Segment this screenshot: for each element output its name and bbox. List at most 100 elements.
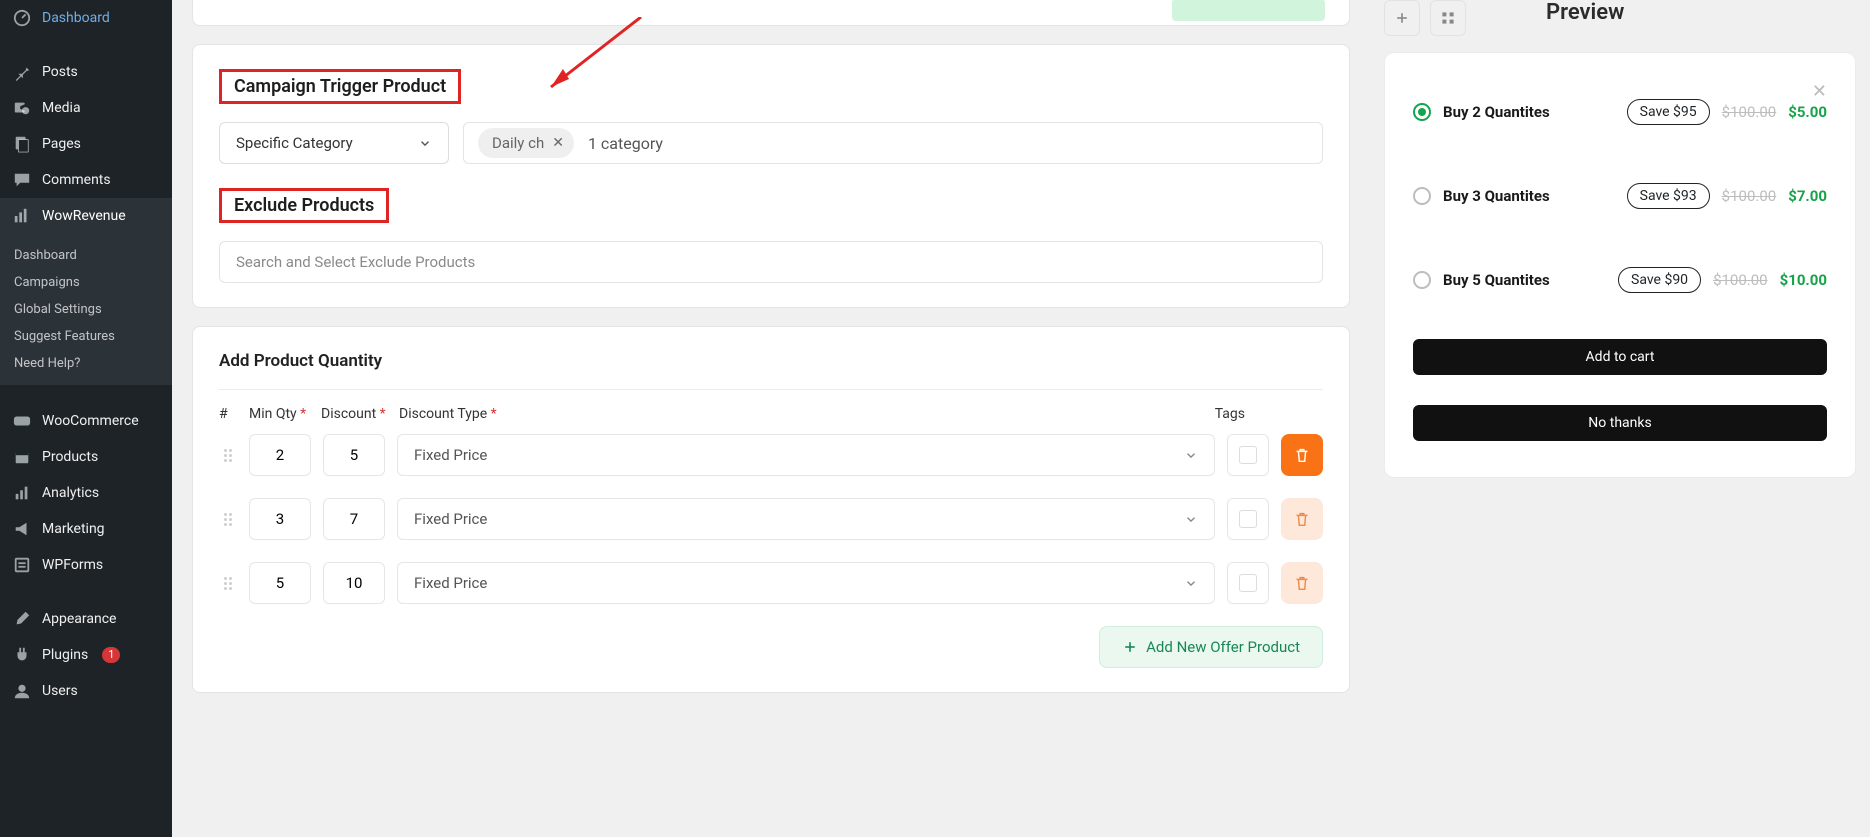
pages-icon: [12, 134, 32, 154]
exclude-products-title: Exclude Products: [219, 188, 389, 223]
woo-icon: [12, 411, 32, 431]
old-price: $100.00: [1722, 187, 1777, 205]
chevron-down-icon: [418, 136, 432, 150]
trigger-type-select[interactable]: Specific Category: [219, 122, 449, 164]
trash-icon: [1293, 574, 1311, 592]
discount-type-select[interactable]: Fixed Price: [397, 562, 1215, 604]
tag-checkbox[interactable]: [1239, 510, 1257, 528]
dashboard-icon: [12, 8, 32, 28]
drag-handle-icon[interactable]: [219, 449, 237, 462]
tag-checkbox-wrap[interactable]: [1227, 498, 1269, 540]
discount-type-select[interactable]: Fixed Price: [397, 498, 1215, 540]
sidebar-item-posts[interactable]: Posts: [0, 54, 172, 90]
no-thanks-button[interactable]: No thanks: [1413, 405, 1827, 441]
sidebar-item-wowrevenue[interactable]: WowRevenue: [0, 198, 172, 234]
submenu-global-settings[interactable]: Global Settings: [0, 296, 172, 323]
radio-icon[interactable]: [1413, 271, 1431, 289]
offer-label: Buy 5 Quantites: [1443, 271, 1606, 289]
close-icon[interactable]: ✕: [1812, 81, 1827, 102]
delete-row-button[interactable]: [1281, 434, 1323, 476]
view-list-button[interactable]: [1384, 0, 1420, 36]
discount-type-select[interactable]: Fixed Price: [397, 434, 1215, 476]
sidebar-label: WooCommerce: [42, 413, 139, 429]
save-badge: Save $95: [1627, 99, 1710, 125]
tag-checkbox-wrap[interactable]: [1227, 562, 1269, 604]
sidebar-label: Pages: [42, 136, 81, 152]
min-qty-input[interactable]: [249, 434, 311, 476]
submenu-suggest-features[interactable]: Suggest Features: [0, 323, 172, 350]
chip-remove-icon[interactable]: ✕: [552, 135, 564, 151]
discount-input[interactable]: [323, 562, 385, 604]
sidebar-item-marketing[interactable]: Marketing: [0, 511, 172, 547]
tag-checkbox-wrap[interactable]: [1227, 434, 1269, 476]
sidebar-item-users[interactable]: Users: [0, 673, 172, 709]
sidebar-label: Comments: [42, 172, 111, 188]
min-qty-input[interactable]: [249, 498, 311, 540]
chevron-down-icon: [1184, 576, 1198, 590]
view-grid-button[interactable]: [1430, 0, 1466, 36]
quantity-table-head: # Min Qty * Discount * Discount Type * T…: [219, 406, 1323, 434]
submenu-need-help[interactable]: Need Help?: [0, 350, 172, 377]
delete-row-button[interactable]: [1281, 562, 1323, 604]
sidebar-label: Appearance: [42, 611, 116, 627]
preview-panel: Preview ✕ Buy 2 Quantites Save $95 $100.…: [1370, 0, 1870, 837]
drag-handle-icon[interactable]: [219, 577, 237, 590]
save-badge: Save $90: [1618, 267, 1701, 293]
preview-title: Preview: [1546, 0, 1624, 25]
main-content: Campaign Trigger Product Specific Catego…: [172, 0, 1370, 837]
add-to-cart-button[interactable]: Add to cart: [1413, 339, 1827, 375]
th-tags: Tags: [1215, 406, 1323, 422]
submenu-dashboard[interactable]: Dashboard: [0, 242, 172, 269]
th-discount: Discount *: [321, 406, 387, 422]
offer-option[interactable]: Buy 2 Quantites Save $95 $100.00 $5.00: [1413, 81, 1827, 143]
tag-checkbox[interactable]: [1239, 574, 1257, 592]
sidebar-item-dashboard[interactable]: Dashboard: [0, 0, 172, 36]
sidebar-item-analytics[interactable]: Analytics: [0, 475, 172, 511]
view-toggle: [1384, 0, 1466, 36]
discount-input[interactable]: [323, 434, 385, 476]
tag-checkbox[interactable]: [1239, 446, 1257, 464]
offer-price: $7.00: [1788, 187, 1827, 205]
submenu-campaigns[interactable]: Campaigns: [0, 269, 172, 296]
discount-input[interactable]: [323, 498, 385, 540]
megaphone-icon: [12, 519, 32, 539]
sidebar-item-media[interactable]: Media: [0, 90, 172, 126]
chevron-down-icon: [1184, 448, 1198, 462]
radio-icon[interactable]: [1413, 187, 1431, 205]
sidebar-item-wpforms[interactable]: WPForms: [0, 547, 172, 583]
brush-icon: [12, 609, 32, 629]
trash-icon: [1293, 446, 1311, 464]
radio-checked-icon[interactable]: [1413, 103, 1431, 121]
offer-option[interactable]: Buy 5 Quantites Save $90 $100.00 $10.00: [1413, 249, 1827, 311]
exclude-products-input[interactable]: [219, 241, 1323, 283]
sidebar-label: Analytics: [42, 485, 99, 501]
plus-icon: [1122, 639, 1138, 655]
sidebar-item-appearance[interactable]: Appearance: [0, 601, 172, 637]
box-icon: [12, 447, 32, 467]
th-discount-type: Discount Type *: [399, 406, 497, 422]
min-qty-input[interactable]: [249, 562, 311, 604]
add-offer-product-button[interactable]: Add New Offer Product: [1099, 626, 1323, 668]
sidebar-item-plugins[interactable]: Plugins 1: [0, 637, 172, 673]
delete-row-button[interactable]: [1281, 498, 1323, 540]
save-badge: Save $93: [1627, 183, 1710, 209]
sidebar-item-products[interactable]: Products: [0, 439, 172, 475]
sidebar-label: Dashboard: [42, 10, 110, 26]
campaign-trigger-title: Campaign Trigger Product: [219, 69, 461, 104]
sidebar-label: Users: [42, 683, 78, 699]
chevron-down-icon: [1184, 512, 1198, 526]
category-chips-input[interactable]: Daily ch ✕ 1 category: [463, 122, 1323, 164]
sidebar-item-comments[interactable]: Comments: [0, 162, 172, 198]
offer-option[interactable]: Buy 3 Quantites Save $93 $100.00 $7.00: [1413, 165, 1827, 227]
quantity-card: Add Product Quantity # Min Qty * Discoun…: [192, 326, 1350, 693]
analytics-icon: [12, 483, 32, 503]
drag-handle-icon[interactable]: [219, 513, 237, 526]
old-price: $100.00: [1713, 271, 1768, 289]
th-hash: #: [219, 406, 237, 422]
sidebar-label: Plugins: [42, 647, 88, 663]
sidebar-item-woocommerce[interactable]: WooCommerce: [0, 403, 172, 439]
offer-label: Buy 2 Quantites: [1443, 103, 1615, 121]
quantity-row: Fixed Price: [219, 498, 1323, 540]
sidebar-item-pages[interactable]: Pages: [0, 126, 172, 162]
media-icon: [12, 98, 32, 118]
